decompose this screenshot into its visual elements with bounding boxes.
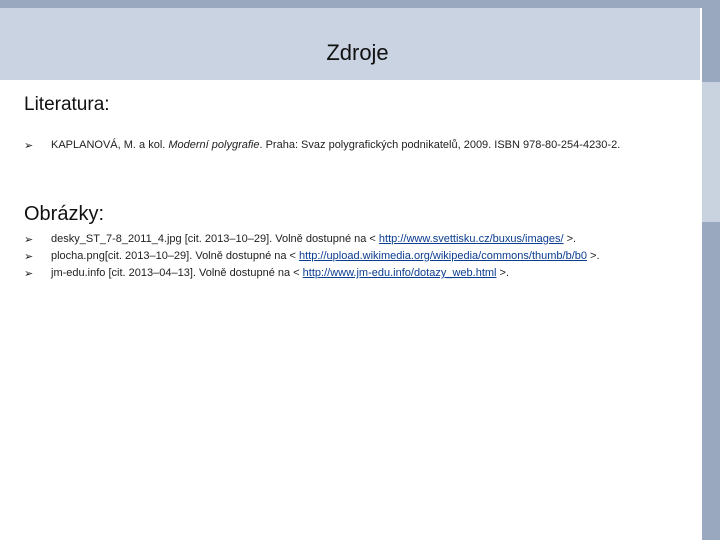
image-source-link[interactable]: http://www.jm-edu.info/dotazy_web.html — [303, 267, 497, 279]
arrowhead-bullet-icon: ➢ — [24, 139, 34, 152]
citation-author: KAPLANOVÁ, M. a kol. — [51, 139, 169, 151]
arrowhead-bullet-icon: ➢ — [24, 233, 34, 246]
image-source-prefix: plocha.png[cit. 2013–10–29]. Volně dostu… — [51, 250, 300, 262]
citation-text: KAPLANOVÁ, M. a kol. Moderní polygrafie.… — [51, 139, 620, 151]
arrowhead-bullet-icon: ➢ — [24, 267, 34, 280]
slide-title: Zdroje — [326, 40, 389, 65]
image-source-prefix: jm-edu.info [cit. 2013–04–13]. Volně dos… — [51, 267, 303, 279]
arrowhead-bullet-icon: ➢ — [24, 250, 34, 263]
slide-right-gap — [700, 82, 702, 540]
image-source-prefix: desky_ST_7-8_2011_4.jpg [cit. 2013–10–29… — [51, 233, 379, 245]
image-source-suffix: >. — [563, 233, 577, 245]
image-source-link[interactable]: http://upload.wikimedia.org/wikipedia/co… — [299, 250, 587, 262]
slide-top-border — [0, 0, 720, 8]
image-source-suffix: >. — [587, 250, 600, 262]
image-source-text: plocha.png[cit. 2013–10–29]. Volně dostu… — [51, 250, 600, 262]
citation-details: . Praha: Svaz polygrafických podnikatelů… — [259, 139, 621, 151]
citation-work-title: Moderní polygrafie — [168, 139, 260, 151]
obrazky-heading: Obrázky: — [24, 203, 105, 225]
literatura-heading: Literatura: — [24, 94, 110, 115]
image-source-link[interactable]: http://www.svettisku.cz/buxus/images/ — [379, 233, 564, 245]
image-source-text: jm-edu.info [cit. 2013–04–13]. Volně dos… — [51, 267, 509, 279]
image-source-text: desky_ST_7-8_2011_4.jpg [cit. 2013–10–29… — [51, 233, 576, 245]
image-source-suffix: >. — [496, 267, 510, 279]
slide-right-accent — [702, 82, 720, 222]
